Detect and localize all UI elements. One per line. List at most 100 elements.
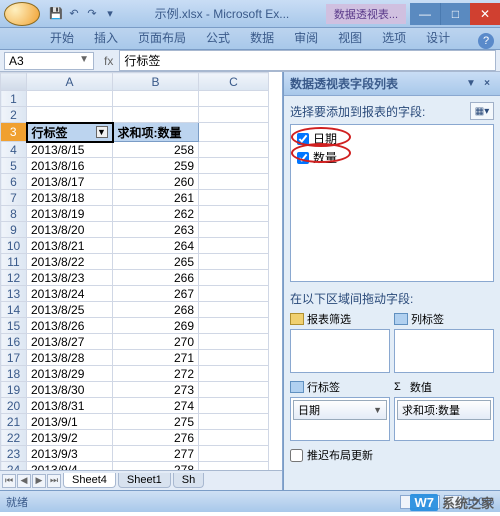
tab-review[interactable]: 审阅: [284, 26, 328, 49]
row-header-23[interactable]: 23: [1, 446, 27, 462]
row-header-19[interactable]: 19: [1, 382, 27, 398]
cell-C8[interactable]: [199, 206, 269, 222]
cell-A12[interactable]: 2013/8/23: [27, 270, 113, 286]
defer-layout-checkbox[interactable]: [290, 449, 303, 462]
cell-A22[interactable]: 2013/9/2: [27, 430, 113, 446]
undo-icon[interactable]: ↶: [66, 6, 82, 22]
cell-B17[interactable]: 271: [113, 350, 199, 366]
col-header-C[interactable]: C: [199, 73, 269, 91]
sheet-nav-first[interactable]: ⏮: [2, 474, 16, 488]
cell-A13[interactable]: 2013/8/24: [27, 286, 113, 302]
values-area-dropzone[interactable]: 求和项:数量: [394, 397, 494, 441]
sheet-tab-extra[interactable]: Sh: [173, 473, 204, 488]
cell-A20[interactable]: 2013/8/31: [27, 398, 113, 414]
cell-C9[interactable]: [199, 222, 269, 238]
tab-formulas[interactable]: 公式: [196, 26, 240, 49]
cell-A18[interactable]: 2013/8/29: [27, 366, 113, 382]
cell-C10[interactable]: [199, 238, 269, 254]
fx-icon[interactable]: fx: [104, 54, 113, 68]
cell-A16[interactable]: 2013/8/27: [27, 334, 113, 350]
cell-C5[interactable]: [199, 158, 269, 174]
cell-C22[interactable]: [199, 430, 269, 446]
cell-B6[interactable]: 260: [113, 174, 199, 190]
cell-C19[interactable]: [199, 382, 269, 398]
cell-B18[interactable]: 272: [113, 366, 199, 382]
cell-B7[interactable]: 261: [113, 190, 199, 206]
cell-C16[interactable]: [199, 334, 269, 350]
cell-A11[interactable]: 2013/8/22: [27, 254, 113, 270]
cell-C13[interactable]: [199, 286, 269, 302]
pane-dropdown-icon[interactable]: ▼: [464, 77, 478, 91]
cell-B13[interactable]: 267: [113, 286, 199, 302]
maximize-button[interactable]: □: [440, 3, 470, 25]
tab-data[interactable]: 数据: [240, 26, 284, 49]
cell-B14[interactable]: 268: [113, 302, 199, 318]
cell-A9[interactable]: 2013/8/20: [27, 222, 113, 238]
cell-B9[interactable]: 263: [113, 222, 199, 238]
formula-input[interactable]: 行标签: [119, 50, 496, 71]
row-chip-date[interactable]: 日期 ▼: [293, 400, 387, 420]
column-area-dropzone[interactable]: [394, 329, 494, 373]
cell-C14[interactable]: [199, 302, 269, 318]
tab-home[interactable]: 开始: [40, 26, 84, 49]
row-header-17[interactable]: 17: [1, 350, 27, 366]
cell-C12[interactable]: [199, 270, 269, 286]
layout-options-button[interactable]: ▦▾: [470, 102, 494, 120]
cell-C15[interactable]: [199, 318, 269, 334]
row-header-7[interactable]: 7: [1, 190, 27, 206]
cell-A2[interactable]: [27, 107, 113, 123]
value-chip-sum[interactable]: 求和项:数量: [397, 400, 491, 420]
cell-A17[interactable]: 2013/8/28: [27, 350, 113, 366]
redo-icon[interactable]: ↷: [84, 6, 100, 22]
cell-A8[interactable]: 2013/8/19: [27, 206, 113, 222]
cell-C7[interactable]: [199, 190, 269, 206]
name-box[interactable]: A3 ▼: [4, 52, 94, 70]
cell-C24[interactable]: [199, 462, 269, 471]
cell-A7[interactable]: 2013/8/18: [27, 190, 113, 206]
row-header-4[interactable]: 4: [1, 142, 27, 158]
cell-A19[interactable]: 2013/8/30: [27, 382, 113, 398]
minimize-button[interactable]: —: [410, 3, 440, 25]
cell-C21[interactable]: [199, 414, 269, 430]
cell-B4[interactable]: 258: [113, 142, 199, 158]
cell-A14[interactable]: 2013/8/25: [27, 302, 113, 318]
save-icon[interactable]: 💾: [48, 6, 64, 22]
cell-B5[interactable]: 259: [113, 158, 199, 174]
cell-C17[interactable]: [199, 350, 269, 366]
row-header-8[interactable]: 8: [1, 206, 27, 222]
cell-B16[interactable]: 270: [113, 334, 199, 350]
cell-C1[interactable]: [199, 91, 269, 107]
cell-C18[interactable]: [199, 366, 269, 382]
tab-view[interactable]: 视图: [328, 26, 372, 49]
row-header-6[interactable]: 6: [1, 174, 27, 190]
cell-B21[interactable]: 275: [113, 414, 199, 430]
spreadsheet-grid[interactable]: ABC123行标签▼求和项:数量42013/8/1525852013/8/162…: [0, 72, 282, 470]
row-area-dropzone[interactable]: 日期 ▼: [290, 397, 390, 441]
cell-A5[interactable]: 2013/8/16: [27, 158, 113, 174]
cell-B2[interactable]: [113, 107, 199, 123]
cell-B19[interactable]: 273: [113, 382, 199, 398]
cell-A10[interactable]: 2013/8/21: [27, 238, 113, 254]
cell-C20[interactable]: [199, 398, 269, 414]
cell-A21[interactable]: 2013/9/1: [27, 414, 113, 430]
cell-B12[interactable]: 266: [113, 270, 199, 286]
qat-dropdown-icon[interactable]: ▾: [102, 6, 118, 22]
cell-C23[interactable]: [199, 446, 269, 462]
pivot-filter-dropdown-icon[interactable]: ▼: [96, 126, 108, 138]
cell-B23[interactable]: 277: [113, 446, 199, 462]
sheet-nav-next[interactable]: ▶: [32, 474, 46, 488]
close-button[interactable]: ✕: [470, 3, 500, 25]
cell-A4[interactable]: 2013/8/15: [27, 142, 113, 158]
cell-B22[interactable]: 276: [113, 430, 199, 446]
tab-design[interactable]: 设计: [416, 26, 460, 49]
col-header-A[interactable]: A: [27, 73, 113, 91]
row-header-9[interactable]: 9: [1, 222, 27, 238]
cell-A6[interactable]: 2013/8/17: [27, 174, 113, 190]
sheet-nav-prev[interactable]: ◀: [17, 474, 31, 488]
cell-B1[interactable]: [113, 91, 199, 107]
contextual-tab-label[interactable]: 数据透视表...: [326, 4, 406, 24]
sheet-tab-sheet4[interactable]: Sheet4: [63, 473, 116, 488]
row-header-1[interactable]: 1: [1, 91, 27, 107]
pane-close-icon[interactable]: ×: [480, 77, 494, 91]
cell-A23[interactable]: 2013/9/3: [27, 446, 113, 462]
